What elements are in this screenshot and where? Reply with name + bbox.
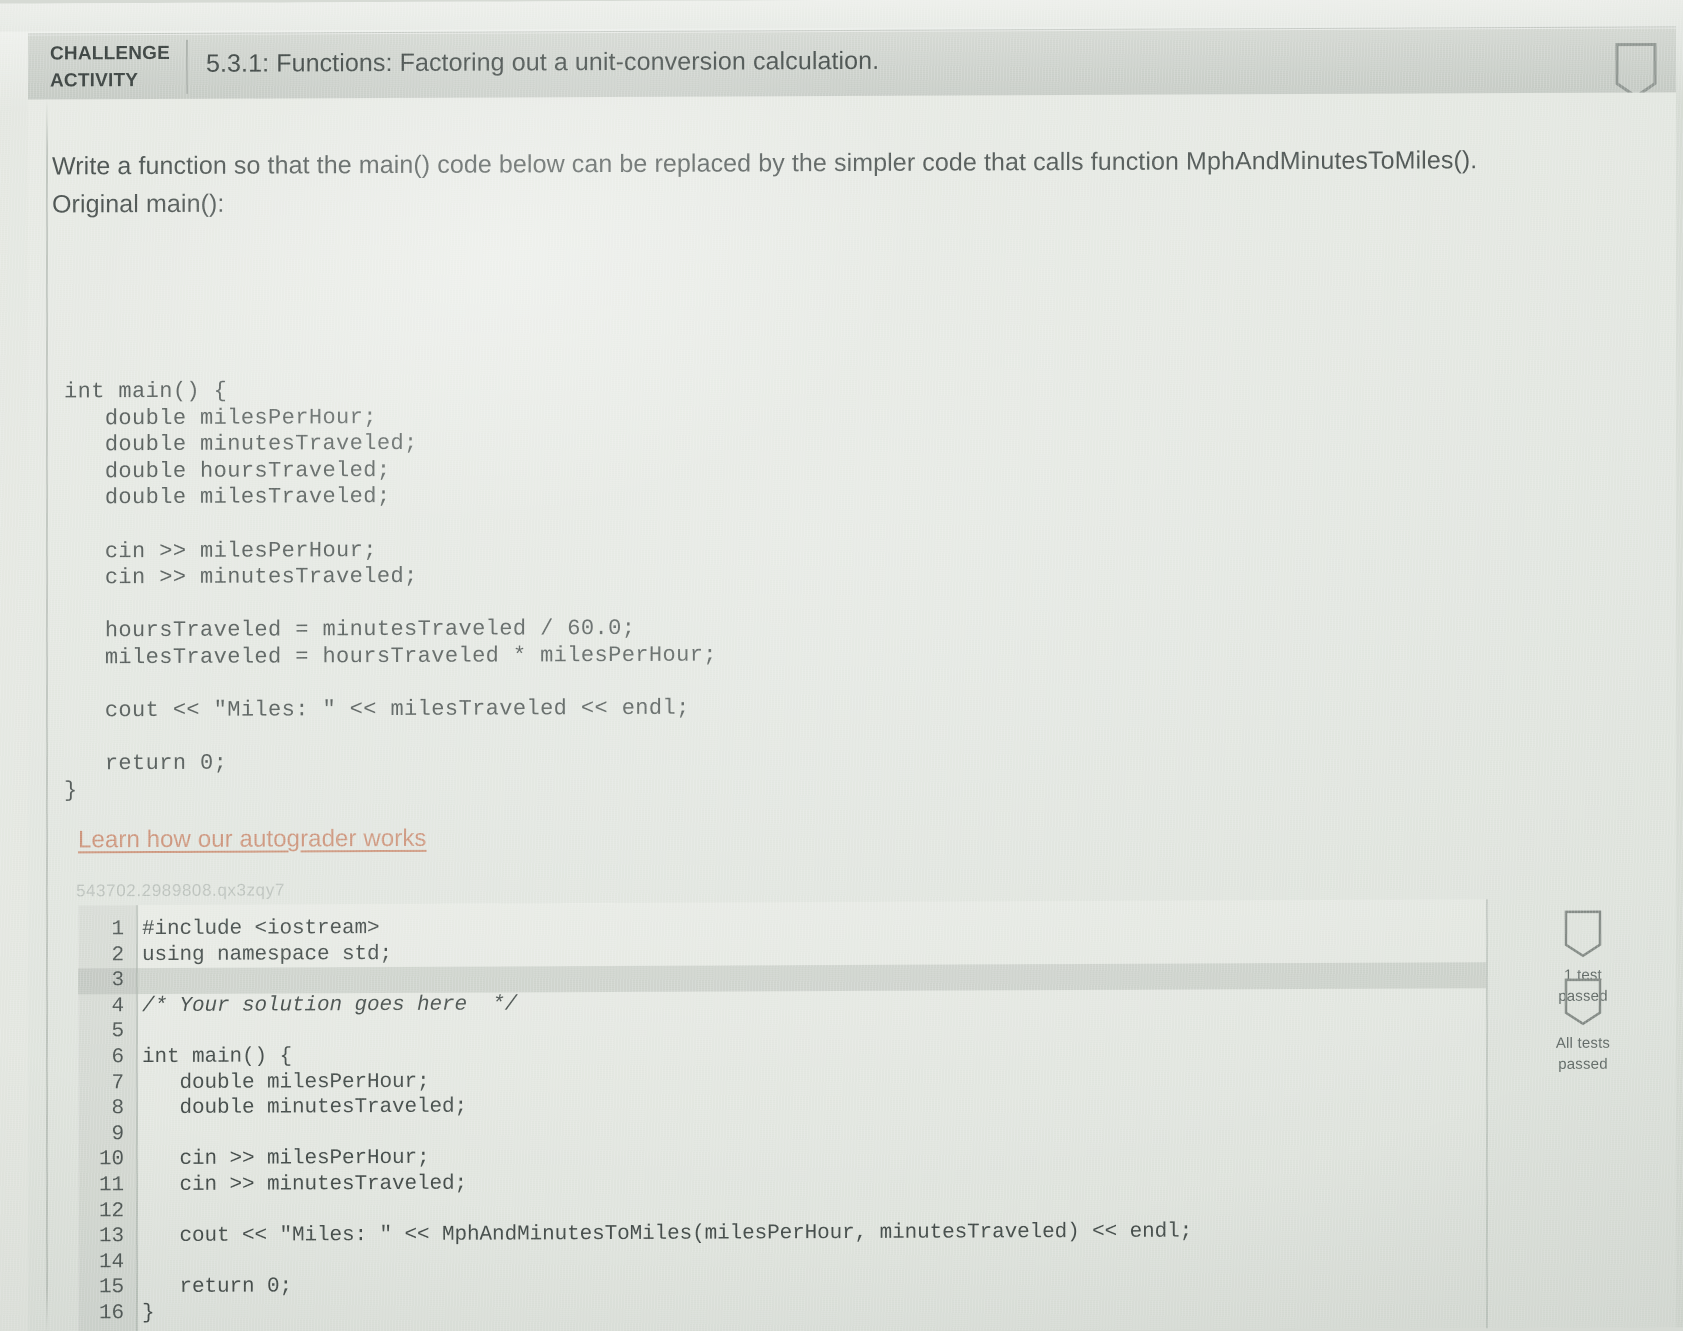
test-results-panel: 1 test passed All tests passed: [1485, 898, 1678, 1329]
test-caption-line2: passed: [1558, 1055, 1608, 1073]
activity-body: Write a function so that the main() code…: [28, 92, 1678, 1331]
left-rule: [46, 99, 49, 1331]
line-text: }: [142, 1301, 155, 1325]
code-editor-lines[interactable]: 1 #include <iostream> 2 using namespace std…: [78, 911, 1486, 1327]
line-text: using namespace std;: [142, 942, 393, 967]
line-text: #include <iostream>: [142, 917, 380, 942]
line-text: double minutesTraveled;: [142, 1095, 468, 1121]
line-number: 4: [111, 994, 125, 1018]
line-text: /* Your solution goes here */: [142, 993, 518, 1018]
shield-badge-icon: [1614, 41, 1658, 99]
challenge-activity-header: CHALLENGE ACTIVITY 5.3.1: Functions: Fac…: [28, 26, 1676, 101]
challenge-label-line1: CHALLENGE: [50, 42, 171, 65]
test-caption-line1: All tests: [1555, 1034, 1611, 1052]
header-divider: [186, 39, 189, 94]
code-editor[interactable]: 1 #include <iostream> 2 using namespace std…: [78, 899, 1486, 1331]
line-number: 2: [111, 943, 125, 967]
line-text: cin >> milesPerHour;: [142, 1147, 430, 1172]
line-text: double milesPerHour;: [142, 1070, 430, 1095]
challenge-label-line2: ACTIVITY: [50, 70, 139, 92]
line-text: return 0;: [142, 1275, 293, 1300]
line-number: 7: [111, 1071, 125, 1095]
shield-badge-icon: [1564, 978, 1602, 1026]
line-number: 8: [111, 1097, 125, 1121]
page-title: 5.3.1: Functions: Factoring out a unit-c…: [206, 46, 880, 78]
line-number: 13: [98, 1225, 125, 1249]
screenshot-root: CHALLENGE ACTIVITY 5.3.1: Functions: Fac…: [0, 0, 1683, 1331]
autograder-info-link[interactable]: Learn how our autograder works: [78, 825, 427, 855]
original-main-code-sample: int main() { double milesPerHour; double…: [64, 378, 717, 804]
test-result-item[interactable]: All tests passed: [1488, 976, 1678, 1075]
line-text: cin >> minutesTraveled;: [142, 1172, 468, 1198]
prompt-line-2: Original main():: [52, 189, 225, 219]
line-number: 11: [98, 1174, 125, 1198]
line-number: 9: [111, 1122, 125, 1146]
shield-badge-icon: [1564, 910, 1602, 958]
prompt-line-1: Write a function so that the main() code…: [52, 146, 1478, 181]
challenge-activity-label: CHALLENGE ACTIVITY: [50, 40, 185, 95]
line-number: 3: [111, 969, 125, 993]
code-line[interactable]: 16}: [78, 1295, 1486, 1327]
line-text: int main() {: [142, 1045, 293, 1070]
line-number: 12: [98, 1199, 125, 1223]
line-number: 1: [111, 918, 125, 942]
prompt-text: Write a function so that the main() code…: [52, 141, 1572, 224]
line-number: 16: [98, 1302, 125, 1326]
line-number: 10: [98, 1148, 125, 1172]
line-number: 15: [98, 1276, 125, 1300]
submission-id-text: 543702.2989808.qx3zqy7: [76, 880, 285, 901]
line-number: 6: [111, 1046, 125, 1070]
line-number: 14: [98, 1250, 125, 1274]
line-number: 5: [111, 1020, 125, 1044]
